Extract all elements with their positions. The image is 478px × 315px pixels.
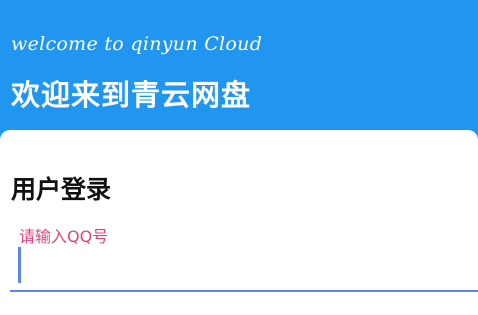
page: welcome to qinyun Cloud 欢迎来到青云网盘 用户登录 请输… <box>0 0 478 315</box>
app-title: 欢迎来到青云网盘 <box>11 78 252 112</box>
login-heading: 用户登录 <box>11 175 112 204</box>
welcome-subtitle: welcome to qinyun Cloud <box>11 33 263 55</box>
header-banner: welcome to qinyun Cloud 欢迎来到青云网盘 <box>0 0 478 150</box>
qq-number-label: 请输入QQ号 <box>19 227 109 246</box>
qq-number-input[interactable] <box>24 247 464 283</box>
text-cursor <box>18 247 21 283</box>
input-underline <box>10 290 478 292</box>
login-card: 用户登录 请输入QQ号 <box>0 130 478 315</box>
qq-number-field[interactable]: 请输入QQ号 <box>10 218 478 292</box>
